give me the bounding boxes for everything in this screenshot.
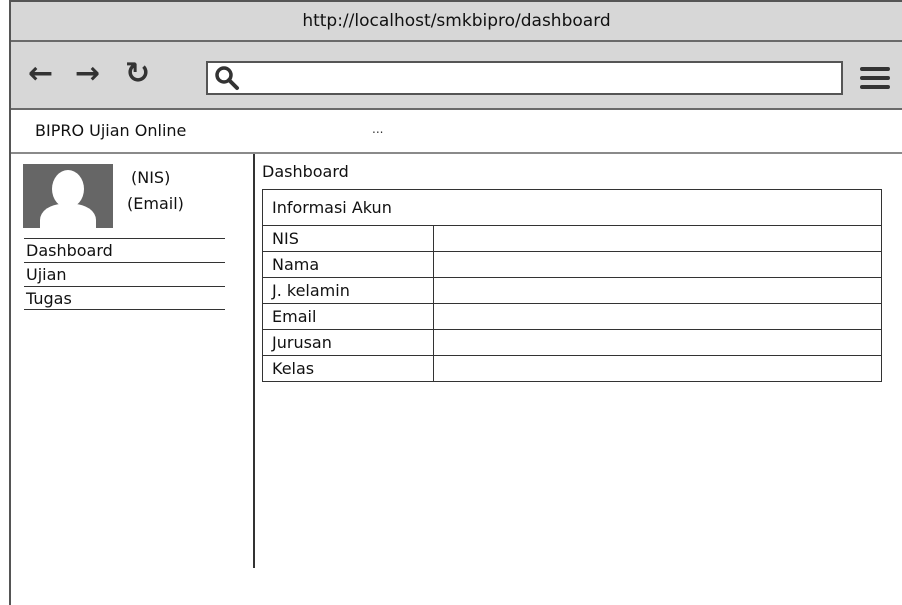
row-value	[433, 329, 882, 356]
browser-toolbar: ← → ↻	[11, 42, 902, 110]
address-bar[interactable]	[206, 61, 843, 95]
row-label: J. kelamin	[262, 277, 434, 304]
row-label: Kelas	[262, 355, 434, 382]
row-label: Email	[262, 303, 434, 330]
row-value	[433, 277, 882, 304]
user-email: (Email)	[127, 194, 184, 213]
account-info-table: Informasi Akun NIS Nama J. kelamin Email…	[262, 189, 882, 382]
sidebar-item-ujian[interactable]: Ujian	[24, 262, 225, 286]
row-value	[433, 303, 882, 330]
table-row: J. kelamin	[262, 277, 882, 304]
more-menu[interactable]: ...	[372, 122, 383, 136]
reload-icon[interactable]: ↻	[125, 58, 150, 90]
sidebar: (NIS) (Email) Dashboard Ujian Tugas	[11, 154, 255, 568]
back-arrow-icon[interactable]: ←	[28, 58, 53, 90]
hamburger-menu-icon[interactable]	[860, 67, 890, 89]
row-label: NIS	[262, 225, 434, 252]
browser-window: http://localhost/smkbipro/dashboard ← → …	[9, 0, 902, 605]
row-value	[433, 251, 882, 278]
app-header: BIPRO Ujian Online ...	[11, 110, 902, 154]
sidebar-item-dashboard[interactable]: Dashboard	[24, 238, 225, 262]
row-label: Jurusan	[262, 329, 434, 356]
page-title: Dashboard	[262, 162, 349, 181]
table-row: Email	[262, 303, 882, 330]
url-title: http://localhost/smkbipro/dashboard	[302, 11, 611, 31]
search-icon	[215, 66, 239, 90]
row-label: Nama	[262, 251, 434, 278]
row-value	[433, 225, 882, 252]
table-header: Informasi Akun	[262, 189, 882, 226]
table-row: NIS	[262, 225, 882, 252]
user-nis: (NIS)	[131, 168, 171, 187]
row-value	[433, 355, 882, 382]
browser-title-bar: http://localhost/smkbipro/dashboard	[11, 0, 902, 42]
sidebar-item-tugas[interactable]: Tugas	[24, 286, 225, 310]
table-row: Nama	[262, 251, 882, 278]
forward-arrow-icon[interactable]: →	[75, 58, 100, 90]
user-avatar-icon	[23, 164, 113, 228]
table-row: Kelas	[262, 355, 882, 382]
table-row: Jurusan	[262, 329, 882, 356]
sidebar-menu: Dashboard Ujian Tugas	[24, 238, 225, 310]
app-brand[interactable]: BIPRO Ujian Online	[35, 121, 186, 140]
